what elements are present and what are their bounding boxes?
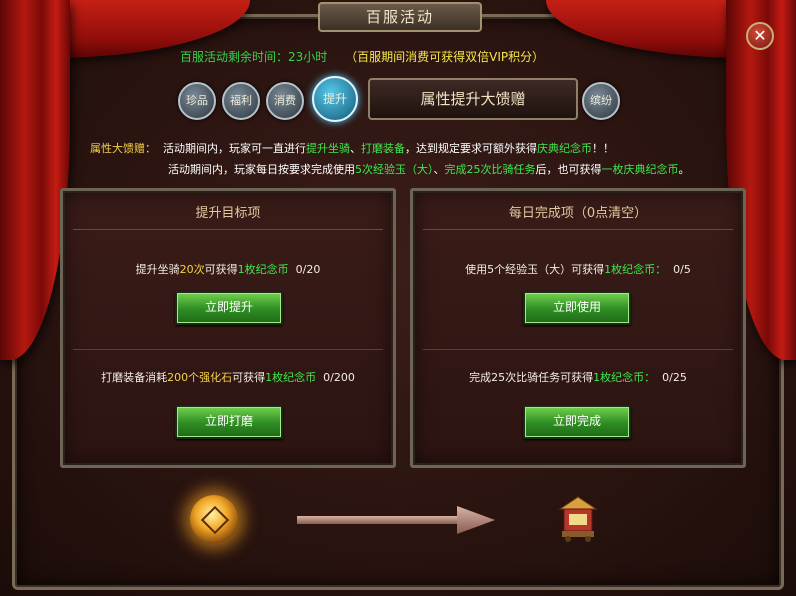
description-line-2: 活动期间内，玩家每日按要求完成使用5次经验玉（大）、完成25次比骑任务后，也可获… [168,163,690,176]
description-line-1: 属性大馈赠： 活动期间内，玩家可一直进行提升坐骑、打磨装备，达到规定要求可额外获… [90,142,614,155]
progress-count: 0/25 [662,371,687,384]
mount-upgrade-requirement: 提升坐骑20次可获得1枚纪念币 0/20 [135,263,321,276]
panel-title: 每日完成项（0点清空） [423,203,733,230]
tab-colorful[interactable]: 缤纷 [582,82,620,120]
right-arrow-icon [297,506,495,534]
window-title: 百服活动 [318,2,482,32]
upgrade-targets-panel: 提升目标项 提升坐骑20次可获得1枚纪念币 0/20 立即提升 打磨装备消耗20… [60,188,396,468]
shop-stall-icon [558,496,598,542]
vip-bonus-note: （百服期间消费可获得双倍VIP积分） [345,50,545,64]
refine-equipment-button[interactable]: 立即打磨 [175,405,283,439]
tab-consume[interactable]: 消费 [266,82,304,120]
divider [423,349,733,350]
upgrade-mount-button[interactable]: 立即提升 [175,291,283,325]
tab-upgrade[interactable]: 提升 [312,76,358,122]
remaining-time: 百服活动剩余时间：23小时 [180,50,328,64]
close-button[interactable]: ✕ [746,22,774,50]
race-quest-requirement: 完成25次比骑任务可获得1枚纪念币： 0/25 [469,371,687,384]
progress-count: 0/5 [673,263,691,276]
section-banner: 属性提升大馈赠 [368,78,578,120]
description-label: 属性大馈赠： [90,142,156,155]
use-exp-jade-requirement: 使用5个经验玉（大）可获得1枚纪念币： 0/5 [465,263,691,276]
panel-title: 提升目标项 [73,203,383,230]
status-line: 百服活动剩余时间：23小时 （百服期间消费可获得双倍VIP积分） [180,48,544,65]
complete-now-button[interactable]: 立即完成 [523,405,631,439]
use-now-button[interactable]: 立即使用 [523,291,631,325]
divider [73,349,383,350]
progress-count: 0/200 [323,371,355,384]
tab-welfare[interactable]: 福利 [222,82,260,120]
commemorative-coin-icon [190,495,238,543]
daily-tasks-panel: 每日完成项（0点清空） 使用5个经验玉（大）可获得1枚纪念币： 0/5 立即使用… [410,188,746,468]
tab-treasure[interactable]: 珍品 [178,82,216,120]
refine-equipment-requirement: 打磨装备消耗200个强化石可获得1枚纪念币 0/200 [101,371,355,384]
progress-count: 0/20 [295,263,321,276]
